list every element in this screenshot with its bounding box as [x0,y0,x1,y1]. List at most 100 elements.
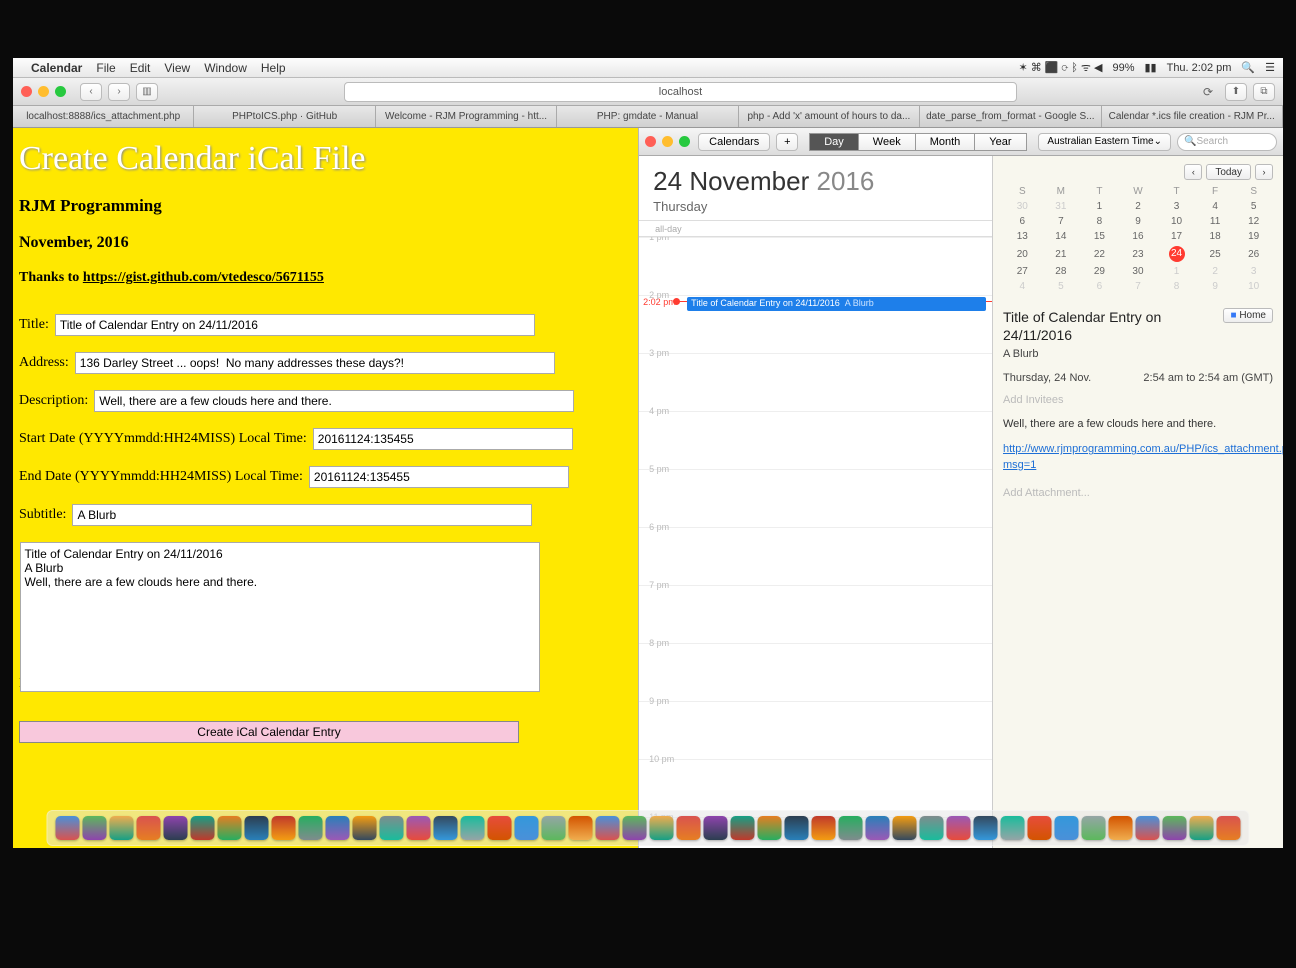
mini-cal-day[interactable]: 17 [1157,229,1196,244]
mini-cal-day[interactable]: 31 [1042,199,1081,214]
menu-window[interactable]: Window [204,61,247,75]
safari-tab[interactable]: Calendar *.ics file creation - RJM Pr... [1102,106,1283,127]
input-end[interactable] [309,466,569,488]
dock-icon[interactable] [947,816,971,840]
textarea-event[interactable]: Title of Calendar Entry on 24/11/2016 A … [20,542,540,692]
dock-icon[interactable] [731,816,755,840]
dock-icon[interactable] [137,816,161,840]
mini-cal-day[interactable]: 7 [1119,279,1158,294]
dock-icon[interactable] [974,816,998,840]
notification-icon[interactable]: ☰ [1265,61,1275,74]
dock-icon[interactable] [1028,816,1052,840]
mini-cal-day[interactable]: 15 [1080,229,1119,244]
dock-icon[interactable] [1163,816,1187,840]
mini-cal-day[interactable]: 25 [1196,244,1235,264]
url-bar[interactable]: localhost [344,82,1017,102]
hours-grid[interactable]: 2:02 pm Title of Calendar Entry on 24/11… [639,237,992,848]
mini-calendar[interactable]: SMTWTFS303112345678910111213141516171819… [1003,184,1273,294]
dock-icon[interactable] [1190,816,1214,840]
mini-cal-day[interactable]: 29 [1080,264,1119,279]
mini-cal-day[interactable]: 14 [1042,229,1081,244]
dock-icon[interactable] [245,816,269,840]
dock-icon[interactable] [1136,816,1160,840]
submit-button[interactable]: Create iCal Calendar Entry [19,721,519,743]
spotlight-icon[interactable]: 🔍 [1241,61,1255,74]
mini-cal-day[interactable]: 13 [1003,229,1042,244]
forward-button[interactable]: › [108,83,130,101]
dock-icon[interactable] [542,816,566,840]
prev-month[interactable]: ‹ [1184,164,1202,180]
mini-cal-day[interactable]: 7 [1042,214,1081,229]
view-day[interactable]: Day [809,133,859,151]
mini-cal-day[interactable]: 19 [1234,229,1273,244]
dock-icon[interactable] [1001,816,1025,840]
timezone-select[interactable]: Australian Eastern Time ⌄ [1038,133,1171,151]
dock-icon[interactable] [812,816,836,840]
dock-icon[interactable] [677,816,701,840]
sidebar-button[interactable]: ▥ [136,83,158,101]
dock-icon[interactable] [866,816,890,840]
mini-cal-day[interactable]: 27 [1003,264,1042,279]
mini-cal-day[interactable]: 30 [1003,199,1042,214]
dock-icon[interactable] [353,816,377,840]
menu-edit[interactable]: Edit [130,61,151,75]
dock-icon[interactable] [191,816,215,840]
add-button[interactable]: + [776,133,798,151]
input-start[interactable] [313,428,573,450]
today-button[interactable]: Today [1206,164,1251,180]
mini-cal-day[interactable]: 20 [1003,244,1042,264]
mini-cal-day[interactable]: 18 [1196,229,1235,244]
dock-icon[interactable] [650,816,674,840]
view-month[interactable]: Month [915,133,976,151]
mini-cal-day[interactable]: 23 [1119,244,1158,264]
dock-icon[interactable] [164,816,188,840]
mini-cal-day[interactable]: 28 [1042,264,1081,279]
dock[interactable]: // placeholder dock icons [47,810,1250,846]
mini-cal-day[interactable]: 6 [1003,214,1042,229]
mini-cal-day[interactable]: 5 [1042,279,1081,294]
mini-cal-day[interactable]: 24 [1157,244,1196,264]
attachment-placeholder[interactable]: Add Attachment... [1003,487,1273,499]
mini-cal-day[interactable]: 4 [1003,279,1042,294]
dock-icon[interactable] [110,816,134,840]
tabs-button[interactable]: ⧉ [1253,83,1275,101]
dock-icon[interactable] [569,816,593,840]
calendars-button[interactable]: Calendars [698,133,770,151]
calendar-traffic-lights[interactable] [645,136,690,147]
menu-view[interactable]: View [164,61,190,75]
input-description[interactable] [94,390,574,412]
dock-icon[interactable] [218,816,242,840]
dock-icon[interactable] [758,816,782,840]
dock-icon[interactable] [326,816,350,840]
view-year[interactable]: Year [974,133,1026,151]
dock-icon[interactable] [1055,816,1079,840]
mini-cal-day[interactable]: 6 [1080,279,1119,294]
dock-icon[interactable] [623,816,647,840]
safari-tab[interactable]: PHPtoICS.php · GitHub [194,106,375,127]
safari-tab[interactable]: PHP: gmdate - Manual [557,106,738,127]
mini-cal-day[interactable]: 1 [1157,264,1196,279]
mini-cal-day[interactable]: 8 [1080,214,1119,229]
dock-icon[interactable] [299,816,323,840]
safari-tab[interactable]: localhost:8888/ics_attachment.php [13,106,194,127]
dock-icon[interactable] [56,816,80,840]
mini-cal-day[interactable]: 5 [1234,199,1273,214]
mini-cal-day[interactable]: 9 [1119,214,1158,229]
mini-cal-day[interactable]: 21 [1042,244,1081,264]
mini-cal-day[interactable]: 22 [1080,244,1119,264]
dock-icon[interactable] [920,816,944,840]
reload-icon[interactable]: ⟳ [1203,85,1219,99]
input-address[interactable] [75,352,555,374]
inspector-url[interactable]: http://www.rjmprogramming.com.au/PHP/ics… [1003,442,1273,473]
dock-icon[interactable] [407,816,431,840]
input-title[interactable] [55,314,535,336]
back-button[interactable]: ‹ [80,83,102,101]
mini-cal-day[interactable]: 12 [1234,214,1273,229]
dock-icon[interactable] [785,816,809,840]
menu-file[interactable]: File [96,61,115,75]
safari-tab[interactable]: Welcome - RJM Programming - htt... [376,106,557,127]
mini-cal-day[interactable]: 4 [1196,199,1235,214]
dock-icon[interactable] [1217,816,1241,840]
mini-cal-day[interactable]: 2 [1119,199,1158,214]
dock-icon[interactable] [704,816,728,840]
